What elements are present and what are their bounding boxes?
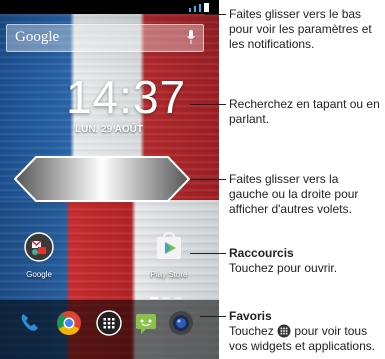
callout-line-notifications	[205, 14, 226, 15]
battery-icon	[204, 3, 209, 12]
apps-drawer-inline-icon	[277, 324, 291, 338]
callout-search: Recherchez en tapant ou en parlant.	[229, 97, 381, 127]
signal-icon	[189, 8, 191, 12]
callout-notifications: Faites glisser vers le bas pour voir les…	[229, 7, 381, 52]
app-label-google: Google	[26, 270, 52, 279]
callout-line-favorites	[200, 316, 226, 317]
app-play-store[interactable]: Play Store	[144, 231, 194, 279]
date-label: LUN. 29 AOÛT	[75, 124, 143, 135]
callout-shortcuts: Raccourcis Touchez pour ouvrir.	[229, 246, 381, 276]
camera-icon[interactable]	[168, 310, 194, 336]
callout-panels: Faites glisser vers la gauche ou la droi…	[229, 172, 381, 217]
callout-search-text: Recherchez en tapant ou en parlant.	[229, 97, 380, 126]
clock-widget[interactable]: 14:37	[66, 70, 186, 124]
callout-favorites-body: Touchez pour voir tous vos widgets et ap…	[229, 324, 385, 354]
callout-line-panels	[190, 179, 226, 180]
signal-icon-bar	[194, 6, 196, 12]
microphone-icon[interactable]	[187, 30, 195, 44]
callout-shortcuts-body: Touchez pour ouvrir.	[229, 261, 338, 275]
google-search-bar[interactable]: Google	[6, 24, 204, 52]
status-icons	[189, 2, 209, 12]
callout-favorites: Favoris Touchez pour voir tous vos widge…	[229, 309, 385, 354]
signal-icon-bar2	[199, 4, 201, 12]
callout-line-shortcuts	[190, 253, 226, 254]
google-logo-text: Google	[15, 29, 60, 45]
google-apps-folder-icon	[24, 232, 54, 262]
callout-notifications-text: Faites glisser vers le bas pour voir les…	[229, 7, 372, 51]
swipe-panels-arrow-icon	[14, 156, 190, 202]
phone-icon[interactable]	[16, 310, 42, 336]
callout-panels-text: Faites glisser vers la gauche ou la droi…	[229, 172, 359, 216]
play-store-icon	[157, 231, 181, 259]
callout-favorites-body-before: Touchez	[229, 324, 274, 338]
app-label-play-store: Play Store	[150, 270, 188, 279]
callout-favorites-title: Favoris	[229, 309, 272, 323]
callout-shortcuts-title: Raccourcis	[229, 246, 294, 260]
apps-drawer-icon[interactable]	[96, 310, 122, 336]
phone-home-screen: Google 14:37 LUN. 29 AOÛT Google Play St…	[0, 0, 219, 359]
chrome-icon[interactable]	[56, 310, 82, 336]
favorites-dock	[0, 300, 219, 359]
app-google-folder[interactable]: Google	[14, 232, 64, 279]
messaging-icon[interactable]	[133, 310, 159, 336]
callout-line-search	[190, 104, 226, 105]
status-bar[interactable]	[0, 0, 219, 14]
